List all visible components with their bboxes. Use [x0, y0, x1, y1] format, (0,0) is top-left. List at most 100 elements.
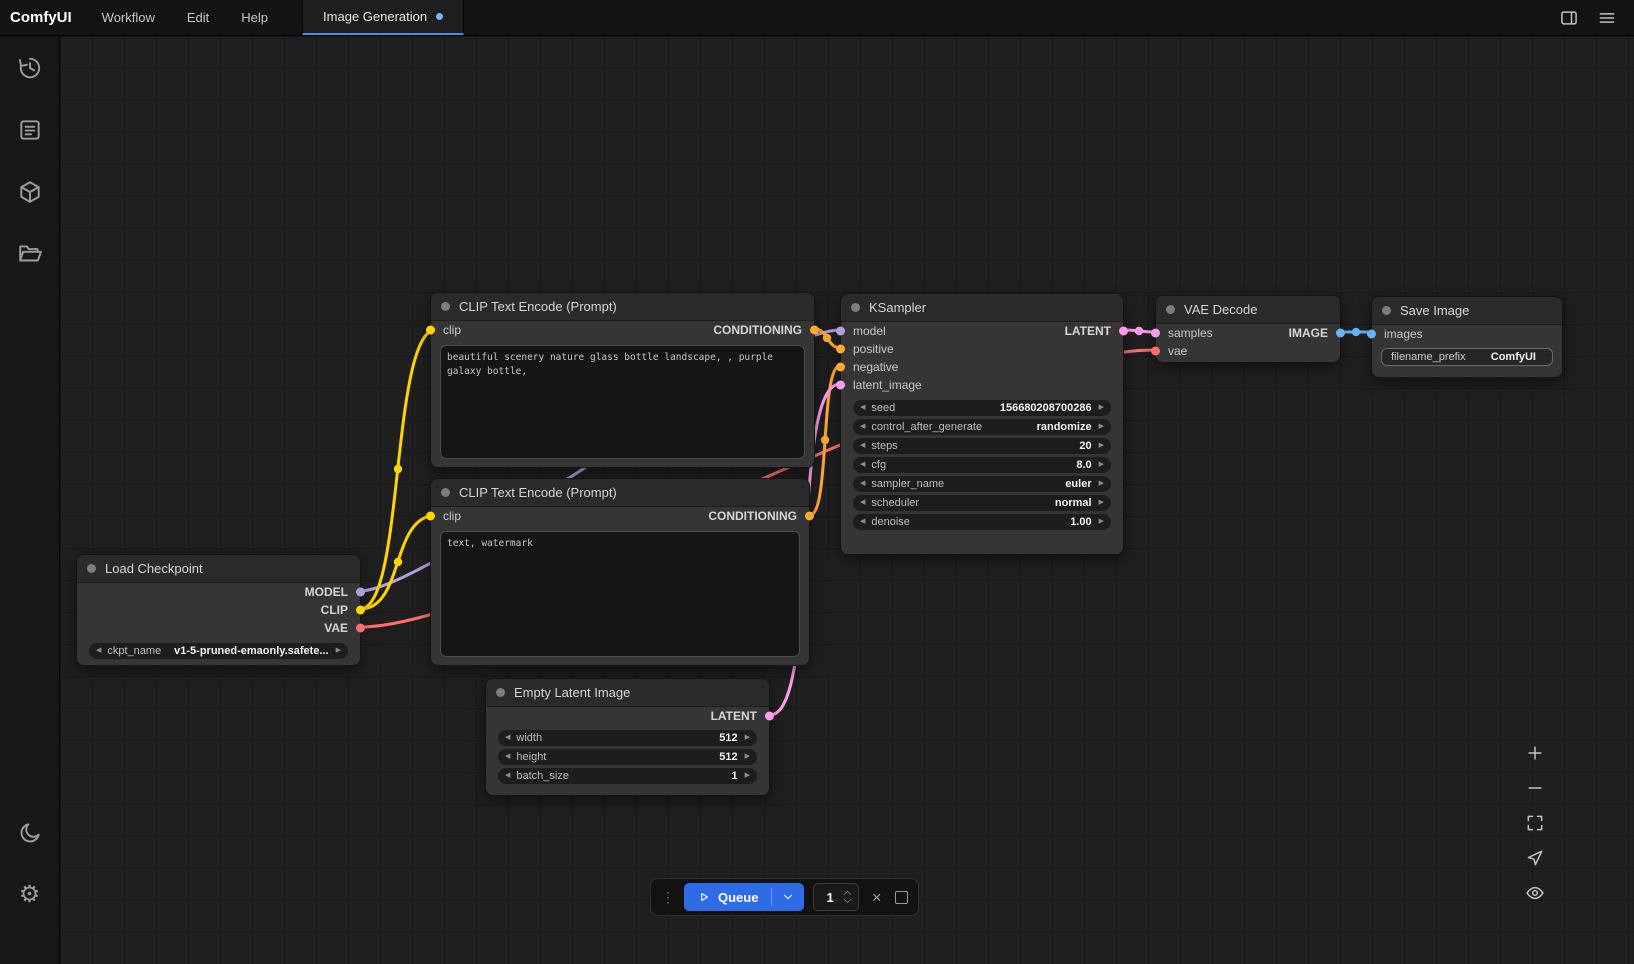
- widget-filename-prefix[interactable]: filename_prefix ComfyUI: [1381, 348, 1553, 366]
- fit-view-icon[interactable]: [1524, 812, 1546, 834]
- collapse-dot[interactable]: [87, 564, 96, 573]
- zoom-in-icon[interactable]: [1524, 742, 1546, 764]
- output-dot-conditioning[interactable]: [805, 512, 814, 521]
- node-titlebar[interactable]: Load Checkpoint: [77, 555, 360, 583]
- prev-value-icon[interactable]: ◀: [96, 643, 101, 659]
- output-dot-vae[interactable]: [356, 624, 365, 633]
- widget-control-after-generate[interactable]: ◀ control_after_generate randomize ▶: [853, 419, 1111, 435]
- input-dot-negative[interactable]: [836, 363, 845, 372]
- output-dot-image[interactable]: [1336, 329, 1345, 338]
- widget-cfg[interactable]: ◀ cfg 8.0 ▶: [853, 457, 1111, 473]
- theme-toggle-moon-icon[interactable]: [16, 819, 44, 847]
- negative-prompt-textarea[interactable]: text, watermark: [440, 531, 800, 657]
- widget-ckpt-name[interactable]: ◀ ckpt_name v1-5-pruned-emaonly.safete..…: [89, 643, 348, 659]
- widget-sampler-name[interactable]: ◀ sampler_name euler ▶: [853, 476, 1111, 492]
- input-dot-images[interactable]: [1367, 330, 1376, 339]
- increment-icon[interactable]: ▶: [1099, 419, 1104, 435]
- increment-icon[interactable]: ▶: [1099, 457, 1104, 473]
- node-library-icon[interactable]: [16, 116, 44, 144]
- model-library-icon[interactable]: [16, 178, 44, 206]
- positive-prompt-textarea[interactable]: beautiful scenery nature glass bottle la…: [440, 345, 805, 459]
- widget-width[interactable]: ◀ width 512 ▶: [498, 730, 757, 746]
- decrement-icon[interactable]: ◀: [860, 495, 865, 511]
- decrement-icon[interactable]: ◀: [860, 457, 865, 473]
- drag-handle[interactable]: ⋮: [661, 889, 675, 906]
- settings-gear-icon[interactable]: ⚙: [16, 881, 44, 909]
- node-titlebar[interactable]: KSampler: [841, 294, 1123, 322]
- output-dot-latent[interactable]: [765, 712, 774, 721]
- increment-icon[interactable]: ▶: [1099, 400, 1104, 416]
- workflows-history-icon[interactable]: [16, 54, 44, 82]
- decrement-icon[interactable]: ◀: [505, 768, 510, 784]
- workflows-folder-icon[interactable]: [16, 240, 44, 268]
- node-titlebar[interactable]: CLIP Text Encode (Prompt): [431, 479, 809, 507]
- widget-seed[interactable]: ◀ seed 156680208700286 ▶: [853, 400, 1111, 416]
- widget-steps[interactable]: ◀ steps 20 ▶: [853, 438, 1111, 454]
- node-clip-text-encode-positive[interactable]: CLIP Text Encode (Prompt) clip CONDITION…: [430, 292, 815, 468]
- queue-button[interactable]: Queue: [684, 883, 804, 911]
- input-dot-positive[interactable]: [836, 345, 845, 354]
- output-dot-clip[interactable]: [356, 606, 365, 615]
- widget-scheduler[interactable]: ◀ scheduler normal ▶: [853, 495, 1111, 511]
- panel-toggle-icon[interactable]: [1554, 4, 1584, 32]
- decrement-icon[interactable]: ◀: [860, 438, 865, 454]
- batch-count-input[interactable]: 1: [813, 883, 858, 911]
- clear-queue-icon[interactable]: ×: [868, 889, 886, 906]
- decrement-icon[interactable]: ◀: [505, 749, 510, 765]
- node-ksampler[interactable]: KSampler model LATENT positive negative …: [840, 293, 1124, 555]
- step-down-icon[interactable]: [843, 898, 852, 904]
- node-titlebar[interactable]: CLIP Text Encode (Prompt): [431, 293, 814, 321]
- node-titlebar[interactable]: Save Image: [1372, 297, 1562, 325]
- node-clip-text-encode-negative[interactable]: CLIP Text Encode (Prompt) clip CONDITION…: [430, 478, 810, 666]
- increment-icon[interactable]: ▶: [1099, 495, 1104, 511]
- decrement-icon[interactable]: ◀: [860, 476, 865, 492]
- decrement-icon[interactable]: ◀: [860, 400, 865, 416]
- tab-image-generation[interactable]: Image Generation: [302, 0, 464, 35]
- input-dot-model[interactable]: [836, 327, 845, 336]
- node-graph-canvas[interactable]: Load Checkpoint MODEL CLIP VAE ◀ ckpt_na…: [60, 36, 1634, 964]
- decrement-icon[interactable]: ◀: [860, 419, 865, 435]
- increment-icon[interactable]: ▶: [745, 749, 750, 765]
- output-dot-latent[interactable]: [1119, 327, 1128, 336]
- node-vae-decode[interactable]: VAE Decode samples IMAGE vae: [1155, 295, 1341, 363]
- collapse-dot[interactable]: [496, 688, 505, 697]
- stop-icon[interactable]: [895, 891, 908, 904]
- node-save-image[interactable]: Save Image images filename_prefix ComfyU…: [1371, 296, 1563, 378]
- increment-icon[interactable]: ▶: [745, 730, 750, 746]
- menu-edit[interactable]: Edit: [171, 0, 225, 35]
- menu-workflow[interactable]: Workflow: [86, 0, 171, 35]
- node-load-checkpoint[interactable]: Load Checkpoint MODEL CLIP VAE ◀ ckpt_na…: [76, 554, 361, 666]
- zoom-out-icon[interactable]: [1524, 777, 1546, 799]
- node-titlebar[interactable]: Empty Latent Image: [486, 679, 769, 707]
- widget-batch-size[interactable]: ◀ batch_size 1 ▶: [498, 768, 757, 784]
- input-dot-vae[interactable]: [1151, 347, 1160, 356]
- menu-help[interactable]: Help: [225, 0, 284, 35]
- input-dot-clip[interactable]: [426, 512, 435, 521]
- increment-icon[interactable]: ▶: [745, 768, 750, 784]
- select-mode-icon[interactable]: [1524, 847, 1546, 869]
- node-empty-latent-image[interactable]: Empty Latent Image LATENT ◀ width 512 ▶ …: [485, 678, 770, 796]
- increment-icon[interactable]: ▶: [1099, 476, 1104, 492]
- output-dot-model[interactable]: [356, 588, 365, 597]
- increment-icon[interactable]: ▶: [1099, 438, 1104, 454]
- input-dot-clip[interactable]: [426, 326, 435, 335]
- collapse-dot[interactable]: [441, 302, 450, 311]
- input-dot-latent-image[interactable]: [836, 381, 845, 390]
- output-dot-conditioning[interactable]: [810, 326, 819, 335]
- collapse-dot[interactable]: [1382, 306, 1391, 315]
- collapse-dot[interactable]: [1166, 305, 1175, 314]
- decrement-icon[interactable]: ◀: [860, 514, 865, 530]
- hamburger-menu-icon[interactable]: [1592, 4, 1622, 32]
- toggle-visibility-eye-icon[interactable]: [1524, 882, 1546, 904]
- step-up-icon[interactable]: [843, 890, 852, 896]
- collapse-dot[interactable]: [851, 303, 860, 312]
- node-titlebar[interactable]: VAE Decode: [1156, 296, 1340, 324]
- queue-options-chevron-icon[interactable]: [772, 883, 804, 911]
- widget-height[interactable]: ◀ height 512 ▶: [498, 749, 757, 765]
- widget-denoise[interactable]: ◀ denoise 1.00 ▶: [853, 514, 1111, 530]
- increment-icon[interactable]: ▶: [1099, 514, 1104, 530]
- collapse-dot[interactable]: [441, 488, 450, 497]
- decrement-icon[interactable]: ◀: [505, 730, 510, 746]
- input-dot-samples[interactable]: [1151, 329, 1160, 338]
- next-value-icon[interactable]: ▶: [336, 643, 341, 659]
